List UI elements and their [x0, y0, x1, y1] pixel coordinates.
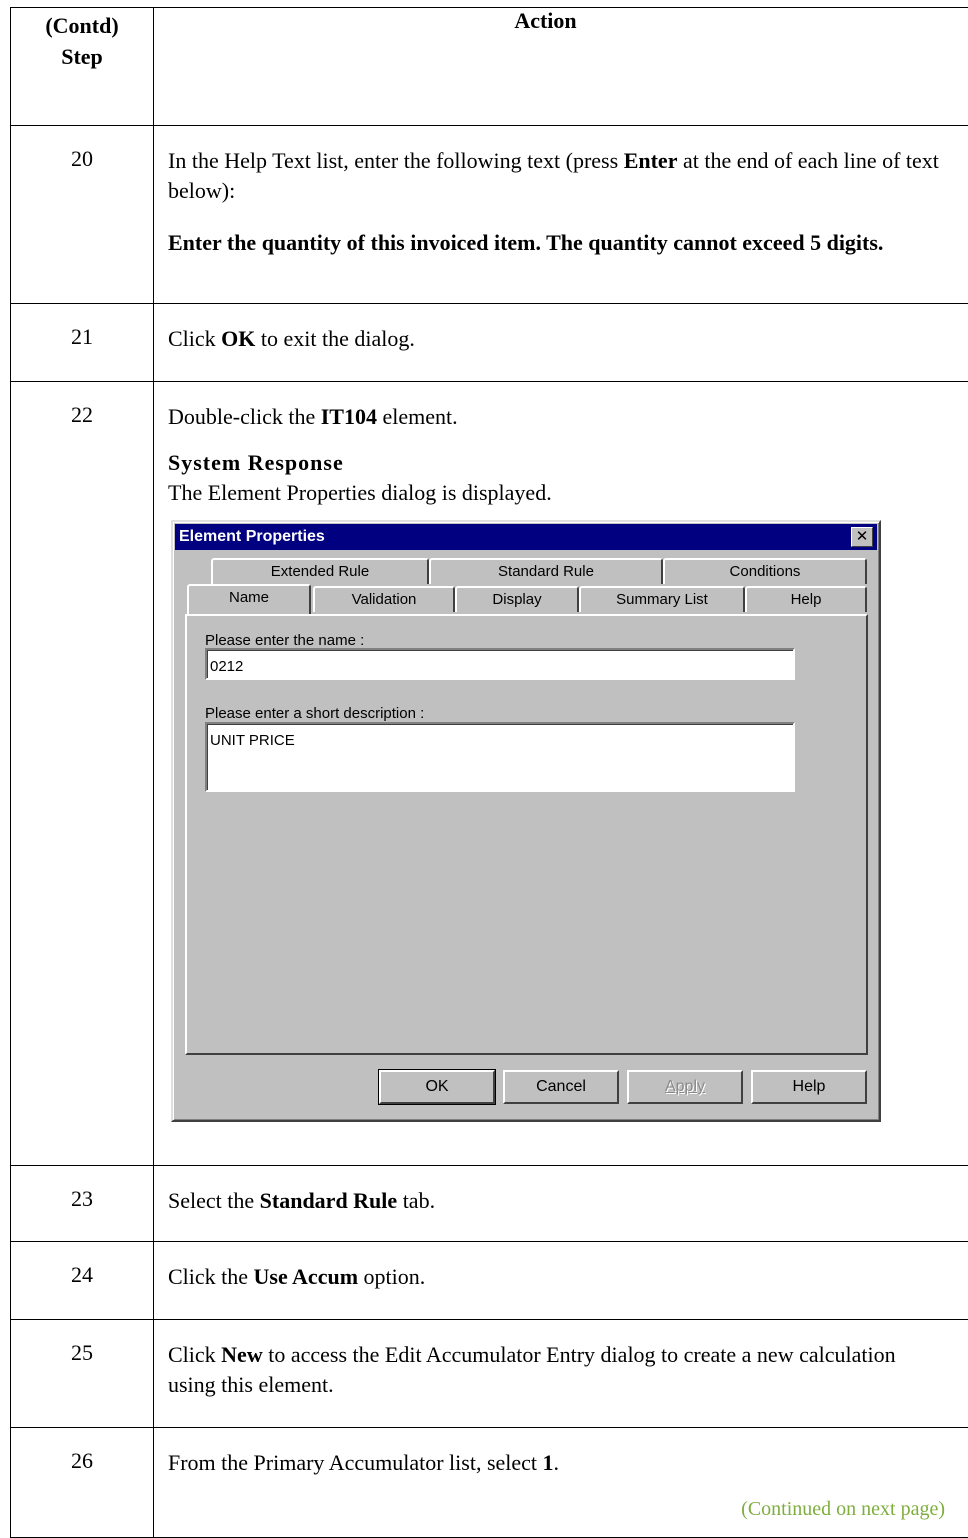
dialog-title: Element Properties — [179, 528, 325, 545]
ok-button[interactable]: OK — [379, 1070, 495, 1104]
name-field[interactable]: 0212 — [205, 648, 795, 680]
table-header: (Contd) Step Action — [11, 8, 968, 126]
element-properties-dialog: Element Properties ✕ Extended Rule Stand… — [171, 520, 881, 1122]
table-row: 26 From the Primary Accumulator list, se… — [11, 1428, 968, 1538]
step-column-header: (Contd) Step — [11, 8, 154, 126]
step-number: 25 — [11, 1320, 154, 1428]
step-action: Select the Standard Rule tab. — [154, 1166, 968, 1242]
document-page: (Contd) Step Action 20 In the Help Text … — [0, 0, 968, 1430]
tab-panel-name — [185, 614, 868, 1055]
continued-note: (Continued on next page) — [168, 1494, 963, 1524]
step-number: 22 — [11, 382, 154, 1166]
tab-display[interactable]: Display — [455, 586, 579, 612]
tab-conditions[interactable]: Conditions — [663, 558, 867, 584]
table-row: 25 Click New to access the Edit Accumula… — [11, 1320, 968, 1428]
step-number: 24 — [11, 1242, 154, 1320]
tab-summary-list[interactable]: Summary List — [579, 586, 745, 612]
step-action: Click New to access the Edit Accumulator… — [154, 1320, 968, 1428]
step-action: From the Primary Accumulator list, selec… — [154, 1428, 968, 1538]
action-column-header: Action — [154, 8, 968, 126]
step-number: 21 — [11, 304, 154, 382]
step-number: 20 — [11, 126, 154, 304]
dialog-title-bar: Element Properties ✕ — [175, 524, 877, 550]
step-number: 23 — [11, 1166, 154, 1242]
system-response-text: The Element Properties dialog is display… — [168, 478, 963, 508]
help-button[interactable]: Help — [751, 1070, 867, 1104]
table-row: 24 Click the Use Accum option. — [11, 1242, 968, 1320]
tab-validation[interactable]: Validation — [313, 586, 455, 612]
bold-help-text: Enter the quantity of this invoiced item… — [168, 228, 963, 258]
step-action: Click OK to exit the dialog. — [154, 304, 968, 382]
table-row: 20 In the Help Text list, enter the foll… — [11, 126, 968, 304]
step-action: In the Help Text list, enter the followi… — [154, 126, 968, 304]
tab-extended-rule[interactable]: Extended Rule — [211, 558, 429, 584]
tab-name[interactable]: Name — [187, 584, 311, 614]
step-action-table: (Contd) Step Action 20 In the Help Text … — [10, 7, 968, 1538]
table-row: 21 Click OK to exit the dialog. — [11, 304, 968, 382]
close-icon[interactable]: ✕ — [851, 527, 873, 547]
cancel-button[interactable]: Cancel — [503, 1070, 619, 1104]
tab-standard-rule[interactable]: Standard Rule — [429, 558, 663, 584]
step-action: Click the Use Accum option. — [154, 1242, 968, 1320]
table-row: 23 Select the Standard Rule tab. — [11, 1166, 968, 1242]
description-field[interactable]: UNIT PRICE — [205, 722, 795, 792]
apply-button[interactable]: Apply — [627, 1070, 743, 1104]
system-response-label: System Response — [168, 448, 963, 478]
tab-help[interactable]: Help — [745, 586, 867, 612]
step-action: Double-click the IT104 element. System R… — [154, 382, 968, 1166]
table-row: 22 Double-click the IT104 element. Syste… — [11, 382, 968, 1166]
step-number: 26 — [11, 1428, 154, 1538]
